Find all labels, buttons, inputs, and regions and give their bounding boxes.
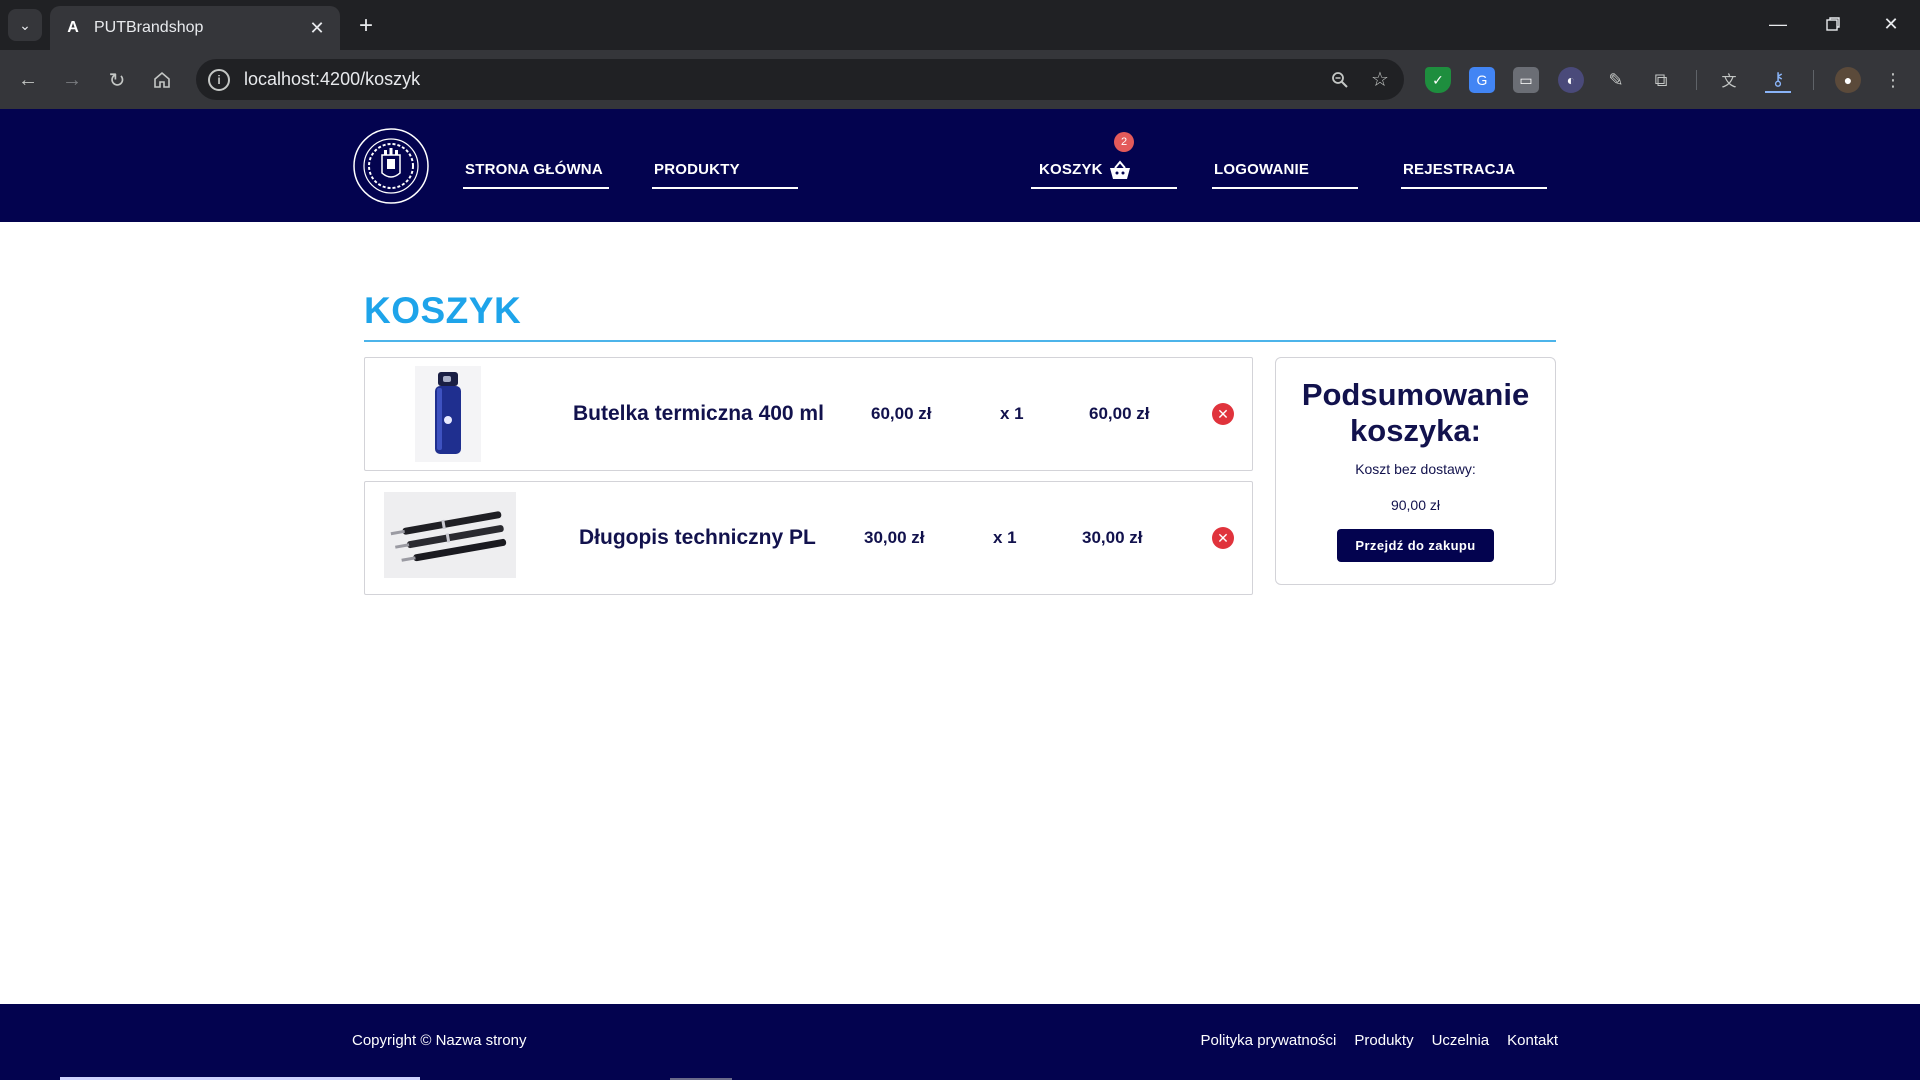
nav-cart-label: KOSZYK	[1039, 161, 1103, 178]
nav-cart[interactable]: KOSZYK	[1031, 152, 1177, 189]
angular-favicon-icon: A	[67, 19, 79, 36]
site-footer: Copyright © Nazwa strony Polityka prywat…	[0, 1004, 1920, 1080]
password-key-icon[interactable]: ⚷	[1765, 67, 1791, 93]
item-total: 60,00 zł	[1089, 404, 1150, 423]
pens-image	[384, 492, 516, 578]
zoom-icon[interactable]	[1324, 64, 1356, 96]
browser-titlebar: ⌄ A PUTBrandshop ✕ + — ✕	[0, 0, 1920, 50]
summary-total: 90,00 zł	[1390, 497, 1441, 513]
site-header: STRONA GŁÓWNA PRODUKTY KOSZYK 2 LOGOWANI…	[0, 109, 1920, 222]
item-name: Butelka termiczna 400 ml	[573, 402, 824, 425]
cart-summary: Podsumowanie koszyka: Koszt bez dostawy:…	[1275, 357, 1556, 585]
extensions-puzzle-icon[interactable]: ⧉	[1648, 67, 1674, 93]
minimize-icon[interactable]: —	[1758, 8, 1798, 40]
page-title: KOSZYK	[364, 290, 522, 331]
tab-search-icon[interactable]: ⌄	[8, 9, 42, 41]
checkout-button[interactable]: Przejdź do zakupu	[1337, 529, 1494, 562]
printer-extension-icon[interactable]: ▭	[1513, 67, 1539, 93]
footer-link-contact[interactable]: Kontakt	[1507, 1032, 1558, 1049]
new-tab-icon[interactable]: +	[352, 12, 380, 40]
thermal-bottle-image	[415, 366, 481, 462]
cart-item: Długopis techniczny PL 30,00 zł x 1 30,0…	[364, 481, 1253, 595]
nav-login[interactable]: LOGOWANIE	[1212, 152, 1358, 189]
summary-title: Podsumowanie koszyka:	[1301, 377, 1530, 448]
item-name: Długopis techniczny PL	[579, 526, 816, 549]
cart-count-badge: 2	[1114, 132, 1134, 152]
shield-extension-icon[interactable]: ✓	[1425, 67, 1451, 93]
restore-icon[interactable]	[1813, 8, 1853, 40]
summary-label: Koszt bez dostawy:	[1355, 461, 1476, 477]
nav-products[interactable]: PRODUKTY	[652, 152, 798, 189]
item-quantity: x 1	[1000, 404, 1024, 423]
item-price: 30,00 zł	[864, 528, 925, 547]
cart-item: Butelka termiczna 400 ml 60,00 zł x 1 60…	[364, 357, 1253, 471]
site-info-icon[interactable]: i	[208, 68, 230, 91]
item-quantity: x 1	[993, 528, 1017, 547]
nav-home[interactable]: STRONA GŁÓWNA	[463, 152, 609, 189]
profile-avatar-icon[interactable]: ●	[1835, 67, 1861, 93]
reload-icon[interactable]: ↻	[100, 63, 134, 97]
home-icon[interactable]	[145, 63, 179, 97]
browser-tab[interactable]: A PUTBrandshop ✕	[50, 6, 340, 50]
remove-item-icon[interactable]: ✕	[1212, 403, 1234, 425]
footer-link-university[interactable]: Uczelnia	[1432, 1032, 1490, 1049]
window-close-icon[interactable]: ✕	[1871, 8, 1911, 40]
menu-dots-icon[interactable]: ⋮	[1880, 67, 1906, 93]
item-price: 60,00 zł	[871, 404, 932, 423]
footer-links: Polityka prywatności Produkty Uczelnia K…	[1201, 1032, 1559, 1049]
dark-extension-icon[interactable]: ◐	[1558, 67, 1584, 93]
title-divider	[364, 340, 1556, 342]
close-icon[interactable]: ✕	[306, 17, 328, 39]
university-logo[interactable]	[352, 127, 430, 205]
address-bar[interactable]: i localhost:4200/koszyk ☆	[196, 59, 1404, 100]
eyedropper-icon[interactable]: ✎	[1603, 67, 1629, 93]
nav-register[interactable]: REJESTRACJA	[1401, 152, 1547, 189]
translate-icon[interactable]: 文	[1716, 67, 1742, 93]
tab-title: PUTBrandshop	[94, 19, 204, 36]
browser-toolbar: ← → ↻ i localhost:4200/koszyk ☆ ✓ G ▭ ◐ …	[0, 50, 1920, 109]
back-icon[interactable]: ←	[11, 63, 45, 97]
bookmark-star-icon[interactable]: ☆	[1364, 64, 1396, 96]
forward-icon[interactable]: →	[55, 63, 89, 97]
remove-item-icon[interactable]: ✕	[1212, 527, 1234, 549]
url-text[interactable]: localhost:4200/koszyk	[244, 69, 1324, 90]
footer-link-privacy[interactable]: Polityka prywatności	[1201, 1032, 1337, 1049]
item-total: 30,00 zł	[1082, 528, 1143, 547]
footer-link-products[interactable]: Produkty	[1354, 1032, 1413, 1049]
basket-icon	[1109, 159, 1131, 180]
copyright-text: Copyright © Nazwa strony	[352, 1032, 527, 1049]
translate-extension-icon[interactable]: G	[1469, 67, 1495, 93]
